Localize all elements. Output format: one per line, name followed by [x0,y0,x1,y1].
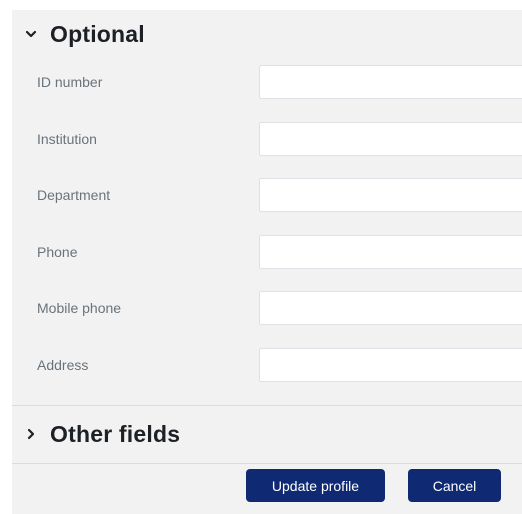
address-input[interactable] [259,348,522,382]
section-header-optional[interactable]: Optional [12,14,145,54]
section-divider [12,405,522,406]
chevron-down-icon [16,19,46,49]
mobile-phone-input[interactable] [259,291,522,325]
form-row-department: Department [12,178,522,214]
phone-input[interactable] [259,235,522,269]
field-label-id-number: ID number [37,74,103,90]
field-label-mobile-phone: Mobile phone [37,300,122,316]
form-row-address: Address [12,348,522,384]
section-divider [12,463,522,464]
chevron-right-icon [16,419,46,449]
profile-form-panel: Optional ID number Institution Departmen… [12,10,522,514]
section-title-optional: Optional [50,20,145,47]
section-header-other-fields[interactable]: Other fields [12,414,180,454]
form-row-phone: Phone [12,235,522,271]
id-number-input[interactable] [259,65,522,99]
field-label-institution: Institution [37,131,97,147]
field-label-address: Address [37,357,89,373]
field-label-department: Department [37,187,111,203]
form-row-institution: Institution [12,122,522,158]
update-profile-button[interactable]: Update profile [246,469,385,502]
field-label-phone: Phone [37,244,78,260]
form-row-mobile-phone: Mobile phone [12,291,522,327]
department-input[interactable] [259,178,522,212]
section-title-other-fields: Other fields [50,420,181,447]
form-row-id-number: ID number [12,65,522,101]
cancel-button[interactable]: Cancel [408,469,501,502]
institution-input[interactable] [259,122,522,156]
